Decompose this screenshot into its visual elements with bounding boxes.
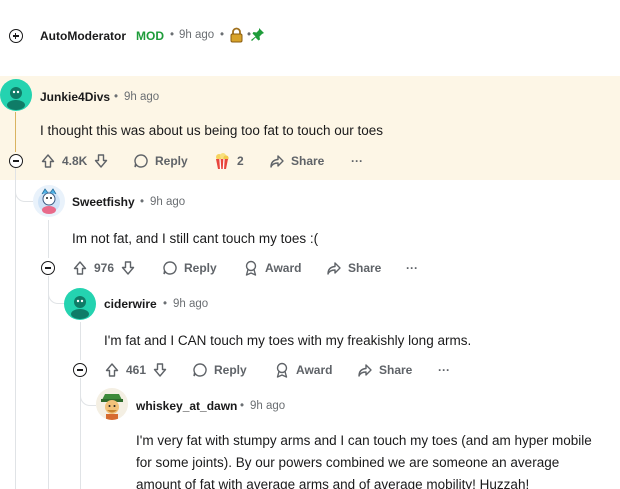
timestamp: 9h ago	[179, 29, 215, 41]
downvote-icon[interactable]	[152, 362, 168, 378]
timestamp: 9h ago	[173, 298, 209, 310]
thread-line	[15, 180, 16, 181]
award-popcorn-icon	[216, 153, 229, 170]
separator: •	[170, 29, 175, 41]
username[interactable]: whiskey_at_dawn	[136, 399, 237, 413]
award-icon	[276, 362, 288, 378]
avatar[interactable]	[64, 288, 96, 320]
timestamp: 9h ago	[150, 196, 186, 208]
avatar[interactable]	[96, 388, 128, 420]
more-options-button[interactable]: ···	[438, 361, 450, 379]
thread-line	[48, 276, 49, 489]
reply-icon	[193, 363, 207, 377]
thread-branch	[80, 392, 96, 406]
upvote-icon[interactable]	[72, 260, 88, 276]
share-button[interactable]: Share	[357, 361, 412, 379]
reply-button[interactable]: Reply	[192, 361, 247, 379]
comment-text: I'm very fat with stumpy arms and I can …	[136, 430, 616, 489]
collapse-thread-button[interactable]	[41, 261, 55, 275]
separator: •	[140, 196, 145, 208]
reply-label: Reply	[155, 154, 188, 168]
award-button[interactable]: Award	[243, 259, 301, 277]
separator: •	[240, 400, 245, 412]
reply-button[interactable]: Reply	[162, 259, 217, 277]
comment-text-line: for some joints). By our powers combined…	[136, 455, 560, 470]
share-button[interactable]: Share	[326, 259, 381, 277]
avatar[interactable]	[0, 79, 32, 111]
expand-thread-button[interactable]	[9, 29, 23, 43]
vote-count: 976	[94, 261, 115, 275]
vote-count: 4.8K	[62, 154, 88, 168]
thread-line	[48, 220, 49, 258]
award-icon	[245, 260, 257, 276]
award-label: Award	[265, 261, 302, 275]
pin-icon	[250, 27, 265, 47]
username[interactable]: Sweetfishy	[72, 195, 135, 209]
share-icon	[358, 364, 372, 377]
share-label: Share	[291, 154, 325, 168]
award-count: 2	[237, 154, 244, 168]
separator: •	[114, 91, 119, 103]
award-label: Award	[296, 363, 333, 377]
thread-line	[80, 322, 81, 360]
vote-group: 976	[72, 259, 136, 277]
thread-line	[15, 112, 16, 152]
username[interactable]: Junkie4Divs	[40, 90, 110, 104]
award-button[interactable]: Award	[274, 361, 332, 379]
vote-group: 4.8K	[40, 152, 109, 170]
collapse-thread-button[interactable]	[73, 363, 87, 377]
share-icon	[270, 155, 284, 168]
comment-text: Im not fat, and I still cant touch my to…	[72, 231, 319, 246]
username[interactable]: AutoModerator	[40, 29, 126, 43]
comment-text-line: I'm very fat with stumpy arms and I can …	[136, 433, 592, 448]
thread-branch	[15, 188, 33, 202]
share-icon	[327, 262, 341, 275]
award-button[interactable]: 2	[213, 152, 244, 170]
upvote-icon[interactable]	[104, 362, 120, 378]
timestamp: 9h ago	[124, 91, 160, 103]
comment-text: I'm fat and I CAN touch my toes with my …	[104, 333, 472, 348]
timestamp: 9h ago	[250, 400, 286, 412]
reply-label: Reply	[214, 363, 247, 377]
username[interactable]: ciderwire	[104, 297, 157, 311]
separator: •	[220, 29, 225, 41]
lock-icon	[229, 27, 244, 48]
mod-badge: MOD	[136, 29, 164, 43]
reply-icon	[163, 261, 177, 275]
thread-line	[15, 168, 16, 489]
reply-label: Reply	[184, 261, 217, 275]
comment-text-line: amount of fat with average arms and of a…	[136, 477, 530, 489]
downvote-icon[interactable]	[120, 260, 136, 276]
more-options-button[interactable]: ···	[406, 259, 418, 277]
share-label: Share	[348, 261, 382, 275]
upvote-icon[interactable]	[40, 153, 56, 169]
avatar[interactable]	[33, 185, 65, 217]
comment-text: I thought this was about us being too fa…	[40, 123, 383, 138]
thread-branch	[48, 290, 64, 304]
reply-icon	[134, 154, 148, 168]
vote-count: 461	[126, 363, 147, 377]
separator: •	[163, 298, 168, 310]
share-label: Share	[379, 363, 413, 377]
collapse-thread-button[interactable]	[9, 154, 23, 168]
reply-button[interactable]: Reply	[133, 152, 188, 170]
more-options-button[interactable]: ···	[351, 152, 363, 170]
vote-group: 461	[104, 361, 168, 379]
downvote-icon[interactable]	[93, 153, 109, 169]
share-button[interactable]: Share	[269, 152, 324, 170]
